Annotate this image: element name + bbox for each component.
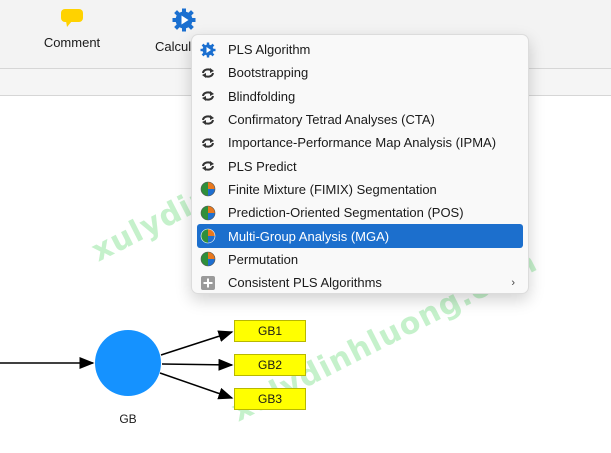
menu-item-blindfolding[interactable]: Blindfolding	[197, 85, 523, 108]
submenu-chevron-icon: ›	[511, 276, 515, 289]
indicator-box-gb2[interactable]: GB2	[234, 354, 306, 376]
menu-item-label: PLS Algorithm	[228, 42, 311, 58]
gear-play-icon	[200, 42, 216, 58]
cycle-arrows-icon	[200, 112, 216, 128]
menu-item-label: Confirmatory Tetrad Analyses (CTA)	[228, 112, 435, 128]
menu-item-pls-predict[interactable]: PLS Predict	[197, 154, 523, 177]
menu-item-label: Consistent PLS Algorithms	[228, 275, 382, 291]
menu-item-label: Blindfolding	[228, 88, 296, 104]
segmentation-globe-icon	[200, 251, 216, 267]
menu-item-label: Prediction-Oriented Segmentation (POS)	[228, 205, 464, 221]
plus-box-icon	[200, 275, 216, 291]
menu-item-label: Multi-Group Analysis (MGA)	[228, 228, 390, 244]
segmentation-globe-icon	[200, 205, 216, 221]
cycle-arrows-icon	[200, 88, 216, 104]
calculate-dropdown-menu: PLS Algorithm Bootstrapping Blindfolding	[191, 34, 529, 294]
menu-item-pls-algorithm[interactable]: PLS Algorithm	[197, 38, 523, 61]
menu-item-label: Bootstrapping	[228, 65, 309, 81]
menu-item-cta[interactable]: Confirmatory Tetrad Analyses (CTA)	[197, 108, 523, 131]
indicator-box-gb1[interactable]: GB1	[234, 320, 306, 342]
menu-item-label: PLS Predict	[228, 158, 297, 174]
menu-item-mga[interactable]: Multi-Group Analysis (MGA)	[197, 224, 523, 248]
construct-node-gb[interactable]	[95, 330, 161, 396]
menu-item-label: Importance-Performance Map Analysis (IPM…	[228, 135, 497, 151]
cycle-arrows-icon	[200, 65, 216, 81]
cycle-arrows-icon	[200, 135, 216, 151]
menu-item-label: Finite Mixture (FIMIX) Segmentation	[228, 181, 437, 197]
menu-item-fimix[interactable]: Finite Mixture (FIMIX) Segmentation	[197, 178, 523, 201]
segmentation-globe-icon	[200, 228, 216, 244]
calculate-gear-icon	[155, 8, 215, 35]
menu-item-label: Permutation	[228, 251, 299, 267]
menu-item-permutation[interactable]: Permutation	[197, 248, 523, 271]
menu-item-bootstrapping[interactable]: Bootstrapping	[197, 61, 523, 84]
menu-item-pos[interactable]: Prediction-Oriented Segmentation (POS)	[197, 201, 523, 224]
construct-label-gb: GB	[119, 412, 137, 426]
segmentation-globe-icon	[200, 181, 216, 197]
menu-item-consistent-pls[interactable]: Consistent PLS Algorithms ›	[197, 271, 523, 294]
comment-label: Comment	[43, 35, 101, 50]
menu-item-ipma[interactable]: Importance-Performance Map Analysis (IPM…	[197, 131, 523, 154]
cycle-arrows-icon	[200, 158, 216, 174]
indicator-box-gb3[interactable]: GB3	[234, 388, 306, 410]
comment-button[interactable]: Comment	[40, 8, 104, 50]
comment-icon	[60, 8, 84, 31]
